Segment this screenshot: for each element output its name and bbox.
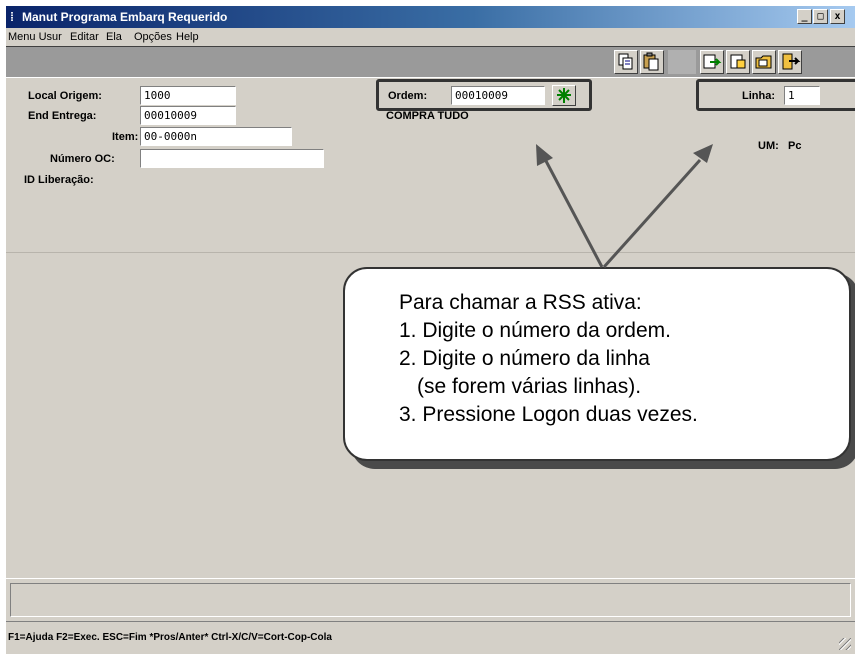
ordem-description: COMPRA TUDO — [386, 110, 469, 122]
toolbar — [6, 46, 855, 78]
end-entrega-field[interactable]: 00010009 — [140, 106, 236, 125]
resize-grip-icon[interactable] — [839, 638, 851, 650]
logon-button[interactable] — [700, 50, 724, 74]
um-label: UM: — [758, 140, 779, 152]
numero-oc-field[interactable] — [140, 149, 324, 168]
ordem-field[interactable]: 00010009 — [451, 86, 545, 105]
app-icon[interactable]: ⁞ — [10, 10, 22, 24]
lookup-icon — [557, 88, 571, 103]
paste-button[interactable] — [640, 50, 664, 74]
folder-icon — [755, 55, 772, 69]
window-title: Manut Programa Embarq Requerido — [22, 10, 228, 24]
close-button[interactable]: x — [830, 9, 845, 24]
exit-button[interactable] — [778, 50, 802, 74]
ordem-label: Ordem: — [388, 90, 428, 102]
linha-highlight — [696, 79, 855, 111]
arrow-head-linha — [693, 144, 713, 163]
function-key-hints: F1=Ajuda F2=Exec. ESC=Fim *Pros/Anter* C… — [8, 632, 332, 643]
item-field[interactable]: 00-0000n — [140, 127, 292, 146]
callout-line-2: 1. Digite o número da ordem. — [399, 319, 671, 342]
menu-editar[interactable]: Editar — [70, 28, 99, 46]
minimize-button[interactable]: _ — [797, 9, 812, 24]
paste-icon — [643, 52, 659, 71]
linha-label: Linha: — [742, 90, 775, 102]
linha-field[interactable]: 1 — [784, 86, 820, 105]
callout-line-4: (se forem várias linhas). — [417, 375, 642, 398]
copy-button[interactable] — [614, 50, 638, 74]
export-icon — [730, 54, 746, 69]
message-area — [10, 583, 851, 617]
export-button[interactable] — [726, 50, 750, 74]
local-origem-label: Local Origem: — [28, 90, 102, 102]
numero-oc-label: Número OC: — [50, 153, 115, 165]
form-separator — [6, 252, 855, 253]
app-window: ⁞ Manut Programa Embarq Requerido _ □ x … — [6, 6, 855, 654]
maximize-button[interactable]: □ — [813, 9, 828, 24]
callout-line-1: Para chamar a RSS ativa: — [399, 291, 642, 314]
arrow-to-linha — [602, 158, 702, 269]
menu-usur[interactable]: Menu Usur — [8, 28, 62, 46]
status-bar: F1=Ajuda F2=Exec. ESC=Fim *Pros/Anter* C… — [6, 624, 855, 654]
menu-ela[interactable]: Ela — [106, 28, 122, 46]
callout-line-3: 2. Digite o número da linha — [399, 347, 650, 370]
menu-opcoes[interactable]: Opções — [134, 28, 172, 46]
title-bar[interactable]: ⁞ Manut Programa Embarq Requerido _ □ x — [6, 6, 855, 28]
logon-icon — [703, 54, 722, 69]
folder-button[interactable] — [752, 50, 776, 74]
menu-help[interactable]: Help — [176, 28, 199, 46]
local-origem-field[interactable]: 1000 — [140, 86, 236, 105]
menu-bar: Menu Usur Editar Ela Opções Help — [6, 28, 855, 46]
ordem-lookup-button[interactable] — [552, 85, 576, 106]
end-entrega-label: End Entrega: — [28, 110, 97, 122]
callout-line-5: 3. Pressione Logon duas vezes. — [399, 403, 698, 426]
item-label: Item: — [112, 131, 139, 143]
toolbar-spacer — [668, 50, 696, 74]
instruction-callout: Para chamar a RSS ativa: 1. Digite o núm… — [343, 267, 851, 461]
um-value: Pc — [788, 140, 802, 152]
copy-icon — [618, 53, 633, 70]
exit-icon — [782, 53, 801, 70]
arrow-head-ordem — [536, 144, 553, 166]
id-liberacao-label: ID Liberação: — [24, 174, 94, 186]
message-bar — [6, 578, 855, 622]
